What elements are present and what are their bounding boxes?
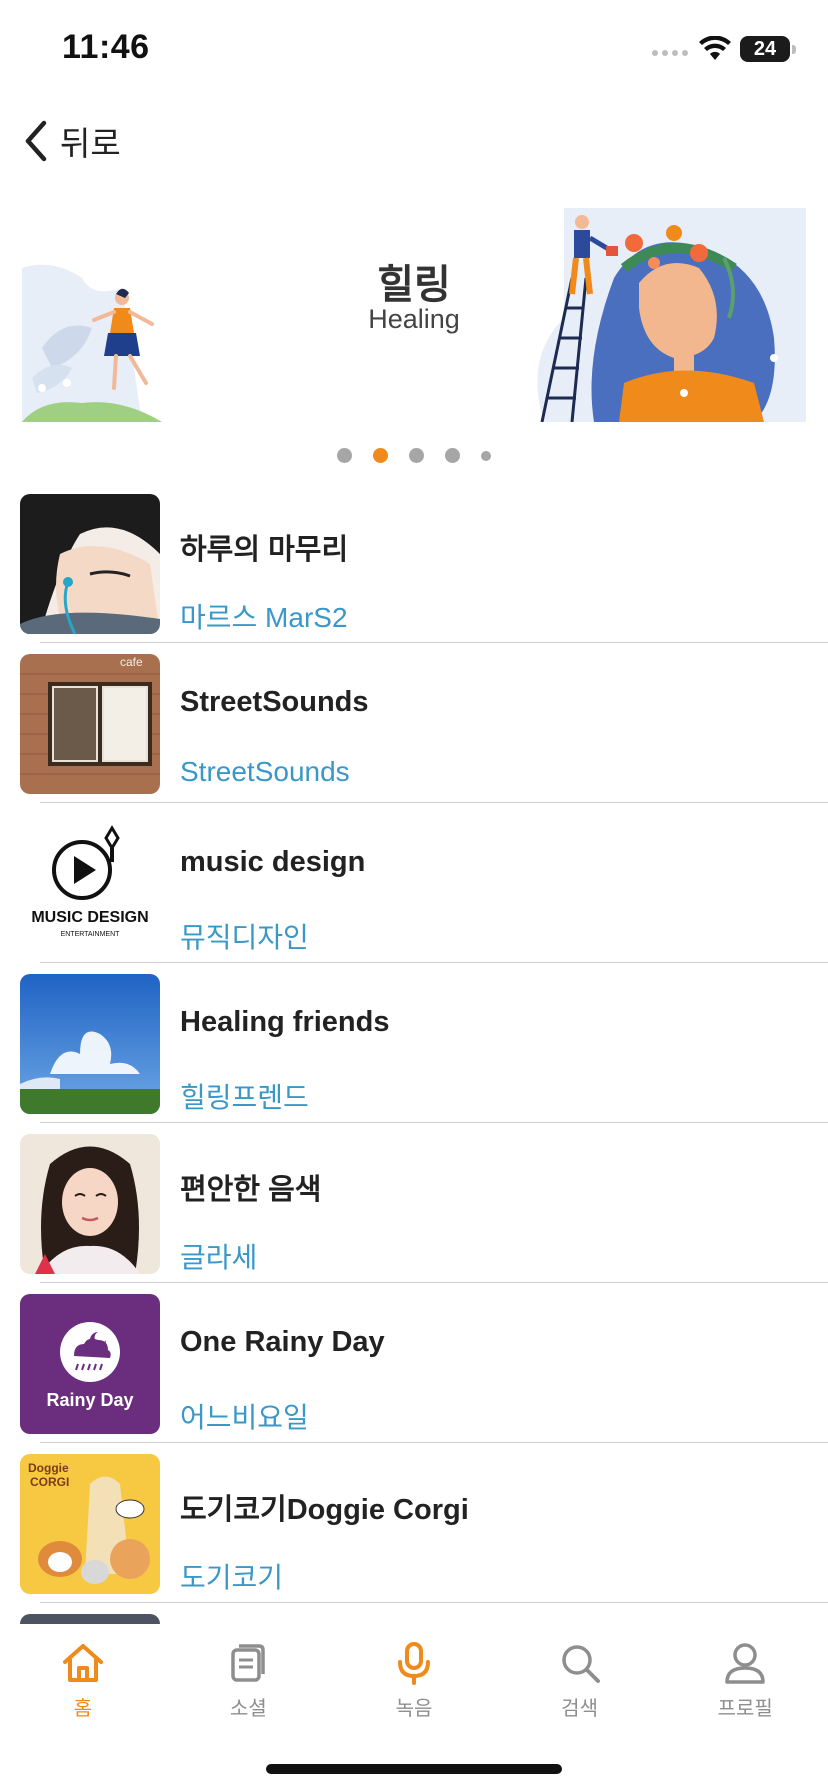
signal-icon [652, 50, 688, 56]
list-item-artist[interactable]: 글라세 [180, 1236, 257, 1276]
home-icon [62, 1644, 103, 1682]
divider [40, 642, 828, 643]
list-item-artist[interactable]: StreetSounds [180, 756, 350, 788]
music-design-logo-sub: ENTERTAINMENT [61, 931, 121, 938]
profile-icon [725, 1643, 765, 1684]
tab-label: 녹음 [395, 1698, 433, 1720]
list-item-title: music design [180, 846, 366, 878]
music-design-logo-thumb: MUSIC DESIGN ENTERTAINMENT [20, 814, 160, 954]
list-item-artist[interactable]: 어느비요일 [180, 1396, 309, 1436]
svg-text:cafe: cafe [120, 655, 143, 669]
rainy-day-logo-text: Rainy Day [46, 1390, 133, 1410]
search-icon [561, 1645, 600, 1683]
social-icon [231, 1644, 266, 1682]
tab-profile[interactable]: 프로필 [662, 1624, 828, 1792]
category-banner[interactable]: 힐링 Healing [22, 208, 806, 422]
list-item-artist[interactable]: 뮤직디자인 [180, 916, 309, 956]
list-item-artist[interactable]: 마르스 MarS2 [180, 596, 348, 636]
tab-label: 검색 [561, 1698, 598, 1720]
tab-label: 소셜 [229, 1698, 267, 1720]
rainy-day-logo-thumb: Rainy Day [20, 1294, 160, 1434]
wifi-icon [699, 36, 731, 60]
list-item[interactable]: MUSIC DESIGN ENTERTAINMENT music design … [0, 812, 828, 972]
status-time: 11:46 [62, 28, 150, 66]
list-item[interactable]: cafe StreetSounds StreetSounds [0, 652, 828, 812]
blue-sky-field-thumb [20, 974, 160, 1114]
channel-list: 하루의 마무리 마르스 MarS2 cafe StreetSounds Stre… [0, 492, 828, 1772]
divider [40, 1282, 828, 1283]
divider [40, 1602, 828, 1603]
list-item-title: StreetSounds [180, 686, 369, 718]
list-item-title: One Rainy Day [180, 1326, 385, 1358]
anime-boy-earphones-thumb [20, 494, 160, 634]
divider [40, 1442, 828, 1443]
banner-pager[interactable] [0, 448, 828, 463]
status-bar: 11:46 24 [0, 0, 828, 100]
list-item[interactable]: 하루의 마무리 마르스 MarS2 [0, 492, 828, 652]
list-item-title: 편안한 음색 [180, 1174, 322, 1206]
pager-dot[interactable] [409, 448, 424, 463]
battery-icon: 24 [740, 36, 790, 62]
list-item[interactable]: Doggie CORGI 도기코기Doggie Corgi 도기코기 [0, 1452, 828, 1612]
svg-text:Doggie: Doggie [28, 1461, 69, 1475]
pager-dot-active[interactable] [373, 448, 388, 463]
back-label: 뒤로 [60, 125, 121, 162]
list-item[interactable]: Rainy Day One Rainy Day 어느비요일 [0, 1292, 828, 1452]
mic-icon [397, 1642, 430, 1685]
list-item[interactable]: 편안한 음색 글라세 [0, 1132, 828, 1292]
tab-label: 홈 [73, 1698, 92, 1720]
list-item-artist[interactable]: 도기코기 [180, 1556, 283, 1596]
list-item-title: Healing friends [180, 1006, 390, 1038]
divider [40, 802, 828, 803]
tab-home[interactable]: 홈 [0, 1624, 166, 1792]
cafe-storefront-thumb: cafe [20, 654, 160, 794]
list-item[interactable]: Healing friends 힐링프렌드 [0, 972, 828, 1132]
pager-dot[interactable] [337, 448, 352, 463]
divider [40, 962, 828, 963]
doggie-corgi-thumb: Doggie CORGI [20, 1454, 160, 1594]
woman-portrait-thumb [20, 1134, 160, 1274]
pager-dot[interactable] [481, 450, 491, 461]
list-item-title: 도기코기Doggie Corgi [180, 1494, 469, 1526]
gardener-head-illustration [537, 208, 806, 422]
list-item-artist[interactable]: 힐링프렌드 [180, 1076, 309, 1116]
battery-level: 24 [753, 38, 777, 60]
list-item-title: 하루의 마무리 [180, 534, 349, 566]
divider [40, 1122, 828, 1123]
battery-tip [792, 45, 796, 54]
pager-dot[interactable] [445, 448, 460, 463]
home-indicator [266, 1764, 562, 1774]
music-design-logo-text: MUSIC DESIGN [31, 909, 148, 926]
chevron-left-icon [25, 120, 47, 162]
svg-text:CORGI: CORGI [30, 1475, 69, 1489]
tab-label: 프로필 [717, 1698, 773, 1720]
back-button[interactable]: 뒤로 [22, 116, 121, 166]
